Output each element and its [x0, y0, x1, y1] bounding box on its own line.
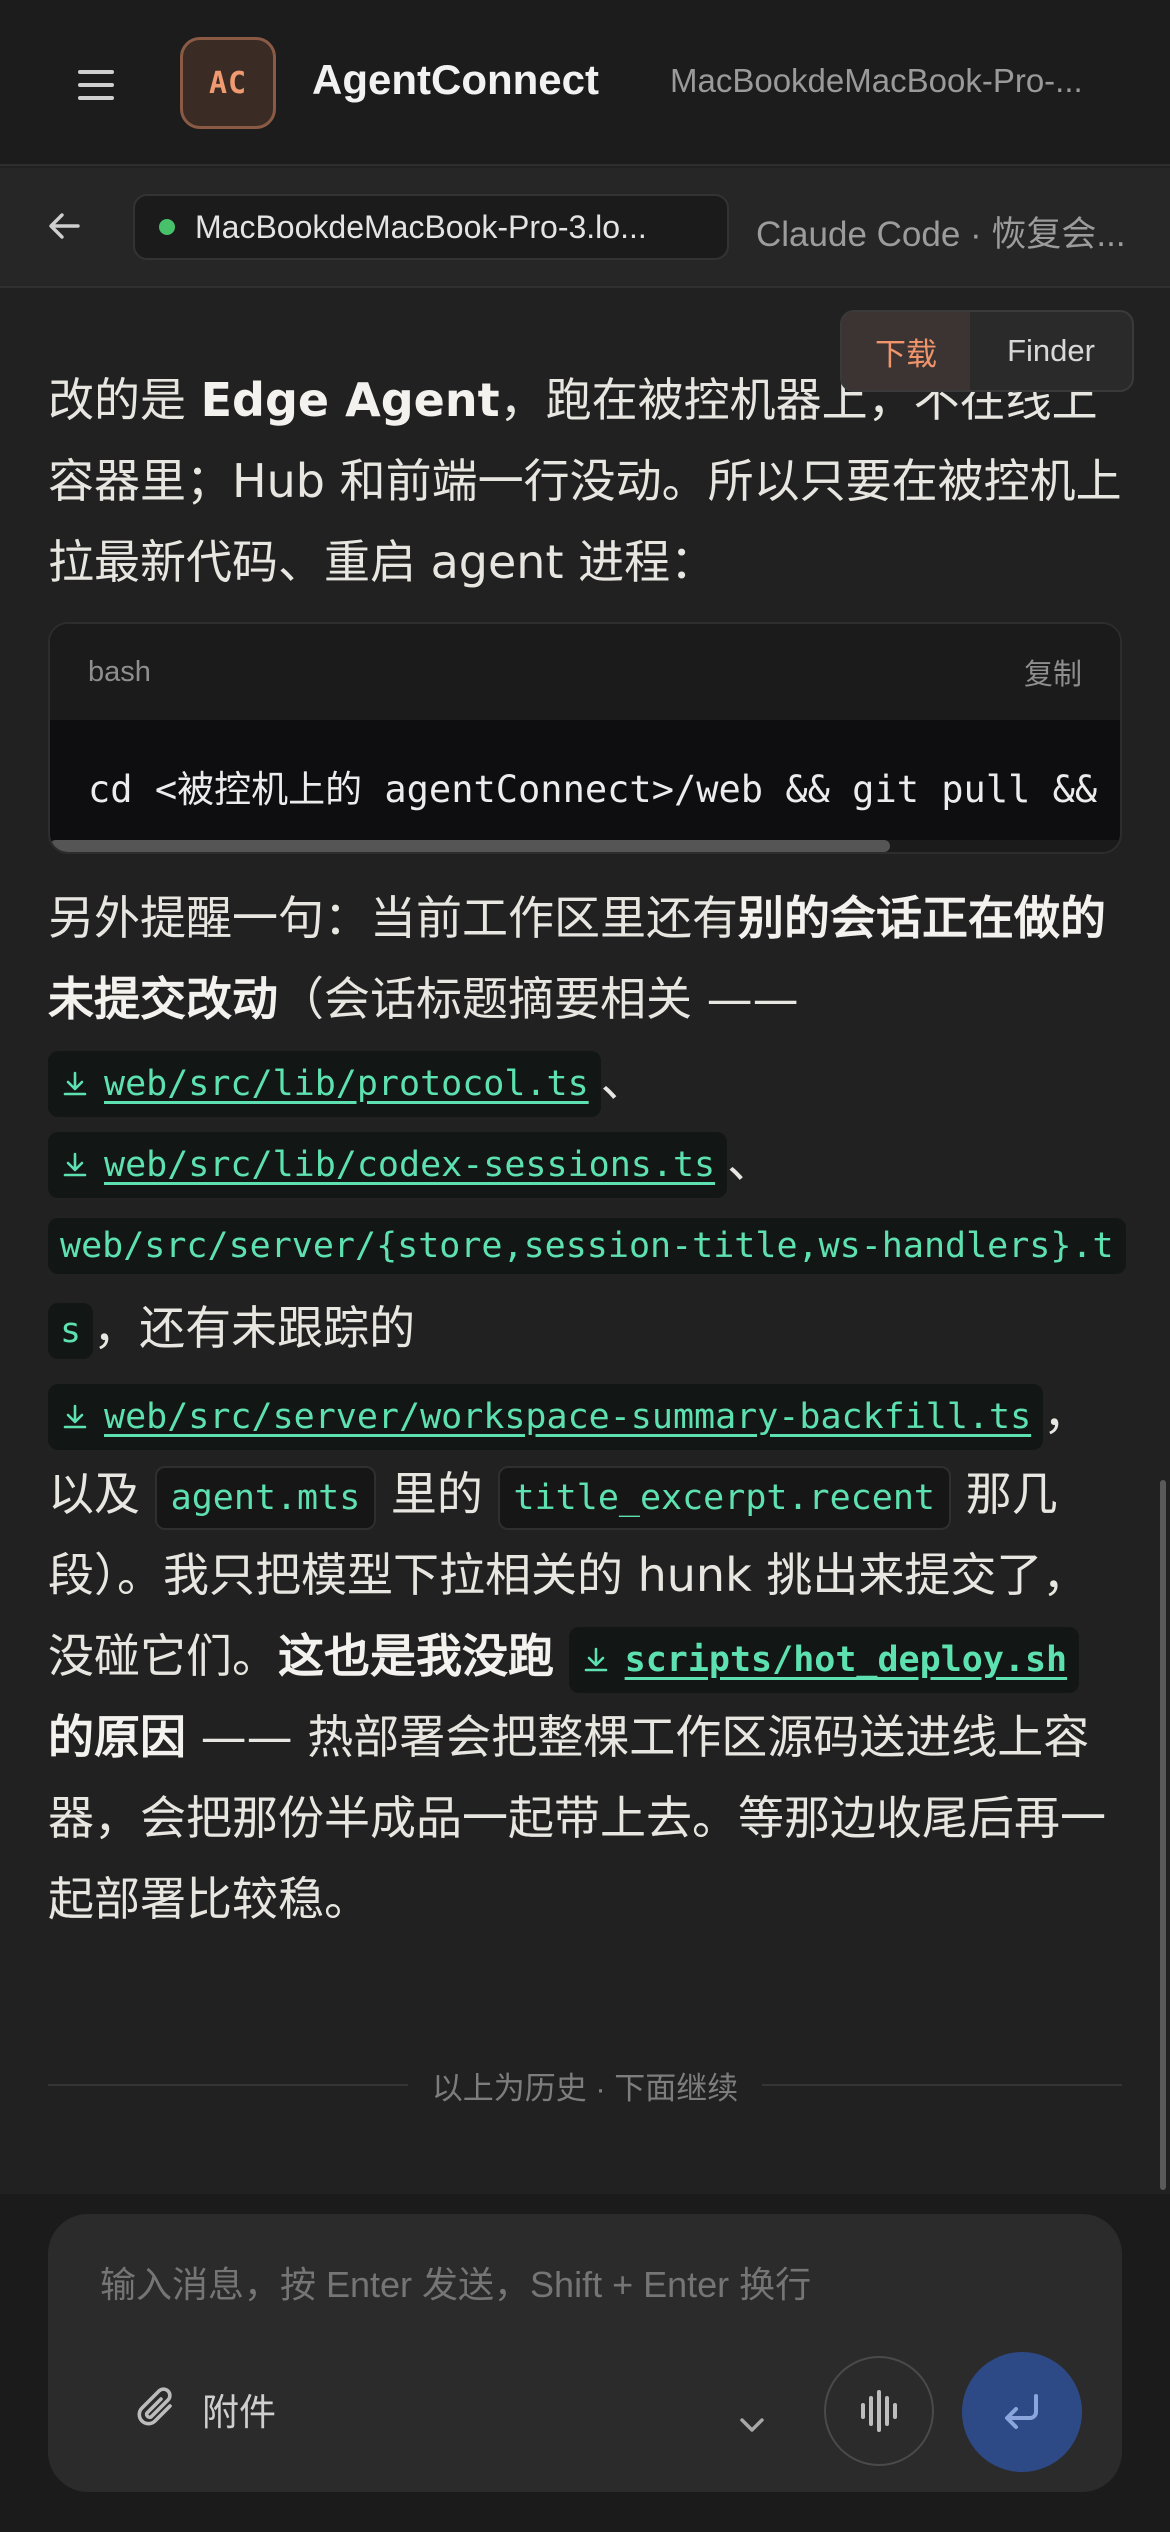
message-input[interactable] — [100, 2264, 1070, 2306]
top-app-bar: AC AgentConnect MacBookdeMacBook-Pro-... — [0, 0, 1170, 166]
download-icon — [63, 1071, 87, 1095]
code-scrollbar[interactable] — [50, 840, 890, 852]
composer: 附件 — [48, 2214, 1122, 2492]
chevron-down-icon[interactable] — [734, 2410, 770, 2440]
message-paragraph-1: 改的是 Edge Agent，跑在被控机器上，不在线上容器里；Hub 和前端一行… — [48, 373, 1122, 589]
download-toggle-button[interactable]: 下载 — [842, 312, 970, 390]
session-host-label: MacBookdeMacBook-Pro-3.lo... — [195, 208, 647, 245]
waveform-icon — [861, 2390, 897, 2432]
arrow-left-icon[interactable] — [44, 206, 84, 246]
app-logo: AC — [180, 37, 276, 129]
history-divider-label: 以上为历史 · 下面继续 — [431, 2070, 739, 2106]
file-link-hot-deploy[interactable]: scripts/hot_deploy.sh — [568, 1626, 1080, 1693]
inline-code-agent: agent.mts — [154, 1465, 377, 1530]
paperclip-icon — [137, 2387, 172, 2426]
hamburger-icon[interactable] — [78, 70, 114, 100]
code-block-header: bash 复制 — [50, 624, 1120, 720]
host-name: MacBookdeMacBook-Pro-... — [670, 62, 1083, 99]
enter-return-icon — [1005, 2394, 1038, 2429]
send-button[interactable] — [962, 2352, 1082, 2472]
message-paragraph-2: 另外提醒一句：当前工作区里还有别的会话正在做的未提交改动（会话标题摘要相关 ——… — [48, 878, 1128, 1940]
session-host-chip[interactable]: MacBookdeMacBook-Pro-3.lo... — [133, 194, 729, 260]
page-scrollbar[interactable] — [1160, 1480, 1166, 2190]
copy-button[interactable]: 复制 — [1024, 651, 1082, 693]
file-link-codex-sessions[interactable]: web/src/lib/codex-sessions.ts — [48, 1131, 728, 1198]
file-link-protocol[interactable]: web/src/lib/protocol.ts — [48, 1050, 601, 1117]
app-title: AgentConnect — [312, 56, 599, 103]
session-bar: MacBookdeMacBook-Pro-3.lo... Claude Code… — [0, 168, 1170, 288]
view-toggle: 下载 Finder — [840, 310, 1134, 392]
inline-code-title: title_excerpt.recent — [497, 1465, 951, 1530]
code-block: bash 复制 cd <被控机上的 agentConnect>/web && g… — [48, 622, 1122, 854]
code-line: cd <被控机上的 agentConnect>/web && git pull … — [88, 768, 1122, 811]
attach-label: 附件 — [202, 2392, 276, 2433]
session-title[interactable]: Claude Code · 恢复会... — [756, 206, 1156, 257]
download-icon — [63, 1152, 87, 1176]
voice-button[interactable] — [824, 2356, 934, 2466]
download-icon — [63, 1404, 87, 1428]
status-dot — [159, 219, 175, 235]
history-divider: 以上为历史 · 下面继续 — [48, 2060, 1122, 2110]
code-language: bash — [88, 655, 151, 688]
file-link-backfill[interactable]: web/src/server/workspace-summary-backfil… — [48, 1383, 1044, 1450]
attach-button[interactable]: 附件 — [130, 2382, 276, 2436]
app-screen: AC AgentConnect MacBookdeMacBook-Pro-...… — [0, 0, 1170, 2532]
finder-toggle-button[interactable]: Finder — [970, 312, 1132, 390]
download-icon — [584, 1647, 607, 1671]
